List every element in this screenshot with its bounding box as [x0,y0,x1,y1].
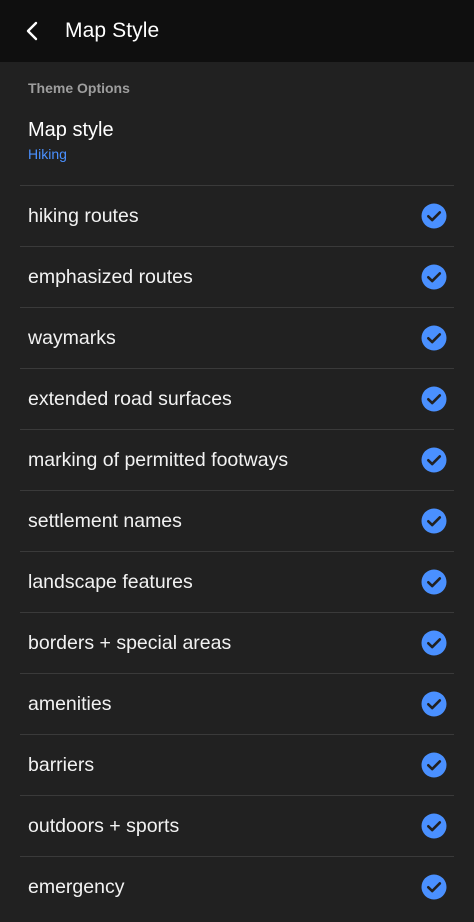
back-button[interactable] [0,0,64,62]
checkmark-circle-icon[interactable] [421,874,447,900]
list-item[interactable]: borders + special areas [20,612,454,673]
theme-options-list: hiking routes emphasized routes waymarks ex… [0,185,474,917]
checkmark-circle-icon[interactable] [421,203,447,229]
chevron-left-icon [26,21,38,41]
checkmark-circle-icon[interactable] [421,691,447,717]
list-item[interactable]: settlement names [20,490,454,551]
map-style-setting[interactable]: Map style Hiking [0,100,474,179]
list-item-label: amenities [28,692,112,715]
list-item[interactable]: barriers [20,734,454,795]
checkmark-circle-icon[interactable] [421,508,447,534]
checkmark-circle-icon[interactable] [421,813,447,839]
list-item[interactable]: emphasized routes [20,246,454,307]
list-item[interactable]: amenities [20,673,454,734]
list-item-label: barriers [28,753,95,776]
map-style-value: Hiking [28,146,67,162]
checkmark-circle-icon[interactable] [421,447,447,473]
list-item-label: landscape features [28,570,193,593]
list-item-label: settlement names [28,509,182,532]
checkmark-circle-icon[interactable] [421,569,447,595]
list-item[interactable]: outdoors + sports [20,795,454,856]
map-style-label: Map style [28,119,114,141]
list-item-label: borders + special areas [28,631,232,654]
list-item[interactable]: landscape features [20,551,454,612]
list-item[interactable]: extended road surfaces [20,368,454,429]
top-app-bar: Map Style [0,0,474,62]
list-item[interactable]: waymarks [20,307,454,368]
list-item-label: extended road surfaces [28,387,232,410]
list-item-label: outdoors + sports [28,814,180,837]
list-item-label: emphasized routes [28,265,193,288]
checkmark-circle-icon[interactable] [421,386,447,412]
checkmark-circle-icon[interactable] [421,630,447,656]
list-item[interactable]: marking of permitted footways [20,429,454,490]
checkmark-circle-icon[interactable] [421,264,447,290]
checkmark-circle-icon[interactable] [421,752,447,778]
list-item-label: marking of permitted footways [28,448,289,471]
page-title: Map Style [65,19,160,42]
map-style-screen: Map Style Theme Options Map style Hiking… [0,0,474,922]
checkmark-circle-icon[interactable] [421,325,447,351]
list-item-label: waymarks [28,326,116,349]
list-item[interactable]: hiking routes [20,185,454,246]
list-item-label: hiking routes [28,204,139,227]
list-item[interactable]: emergency [20,856,454,917]
section-header-theme-options: Theme Options [28,80,130,96]
list-item-label: emergency [28,875,125,898]
